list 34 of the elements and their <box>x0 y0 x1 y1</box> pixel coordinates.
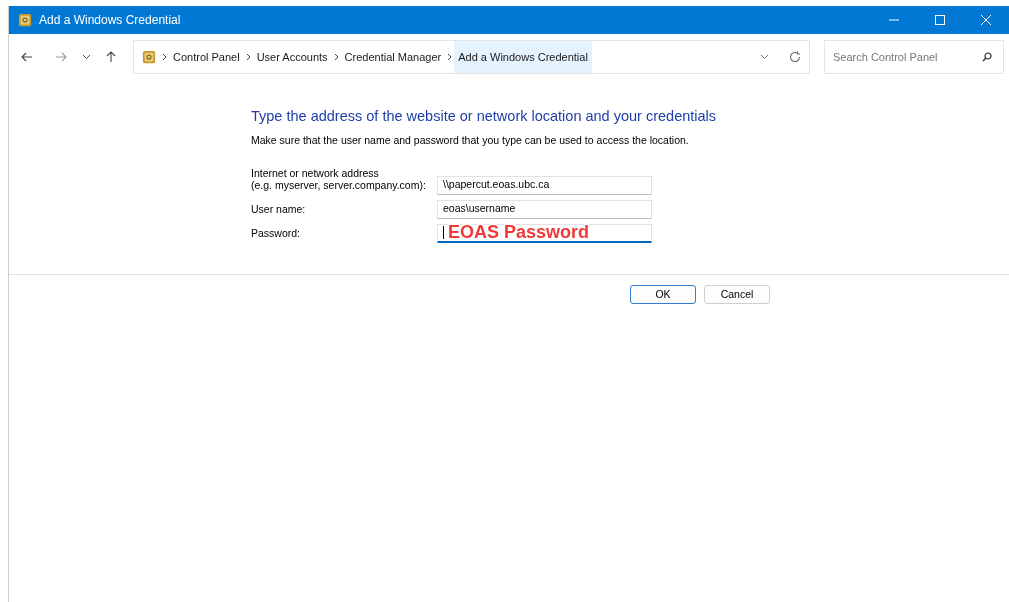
annotation-label: EOAS Password <box>448 220 590 243</box>
chevron-right-icon <box>333 53 339 61</box>
back-arrow-icon <box>21 51 33 63</box>
control-panel-icon <box>142 50 156 64</box>
breadcrumb-item[interactable]: Credential Manager <box>344 41 442 73</box>
heading: Type the address of the website or network location and your credentials <box>251 107 718 126</box>
field-label: Internet or network address (e.g. myserver, server.company.com): <box>251 166 427 193</box>
chevron-right-icon <box>447 53 453 61</box>
search-icon <box>982 52 992 62</box>
chevron-down-icon <box>81 54 91 60</box>
text-cursor <box>443 226 444 239</box>
field-label: User name: <box>251 202 307 217</box>
chevron-down-icon[interactable] <box>760 54 769 60</box>
chevron-right-icon <box>245 53 251 61</box>
maximize-icon <box>935 15 945 25</box>
refresh-icon[interactable] <box>789 51 801 63</box>
dialog-button[interactable]: Cancel <box>704 285 770 304</box>
text-field[interactable]: \\papercut.eoas.ubc.ca <box>437 175 652 195</box>
breadcrumb-item[interactable]: Add a Windows Credential <box>454 41 592 73</box>
chevron-right-icon <box>162 53 167 61</box>
search-field[interactable]: Search Control Panel <box>824 40 1004 74</box>
forward-arrow-icon <box>55 51 67 63</box>
control-panel-icon <box>18 13 32 27</box>
field-label: Password: <box>251 226 302 241</box>
breadcrumb-item[interactable]: Control Panel <box>173 41 240 73</box>
window-title: Add a Windows Credential <box>39 12 181 29</box>
close-icon <box>981 15 991 25</box>
breadcrumb-item[interactable]: User Accounts <box>256 41 328 73</box>
text-field[interactable]: eoas\username <box>437 199 652 219</box>
dialog-button[interactable]: OK <box>630 285 696 304</box>
up-arrow-icon <box>105 51 117 63</box>
address-bar[interactable]: Control Panel User Accounts Credential Manager Add a Windows Credential <box>133 40 810 74</box>
instruction-text: Make sure that the user name and password that you type can be used to access the location. <box>251 132 690 148</box>
text-field[interactable]: EOAS Password <box>437 223 652 243</box>
